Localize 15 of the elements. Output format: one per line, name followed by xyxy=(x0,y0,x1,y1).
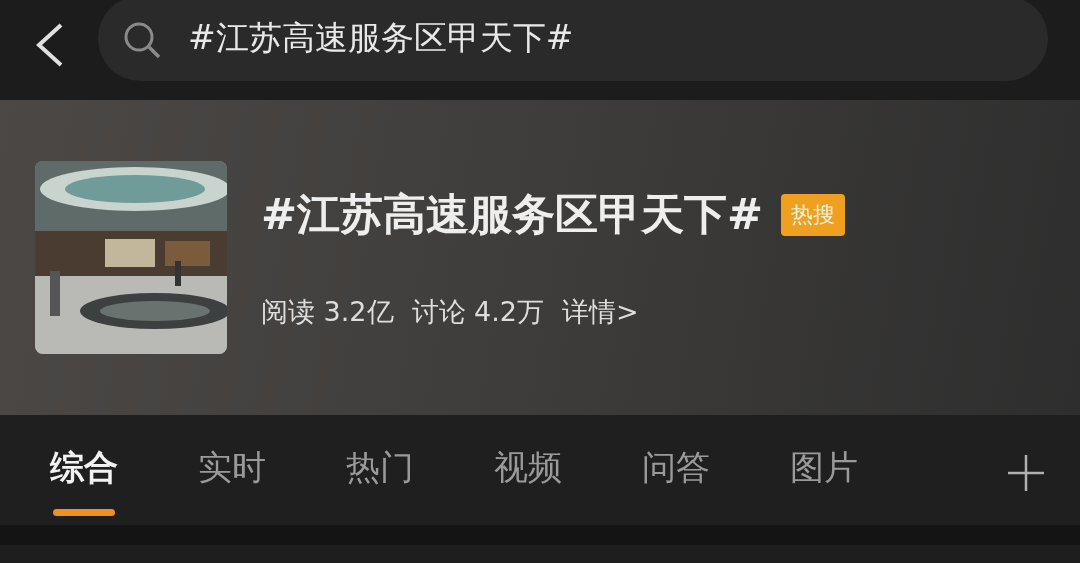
tab[interactable]: 图片 xyxy=(790,437,858,519)
tab[interactable]: 视频 xyxy=(494,437,562,519)
tab-indicator xyxy=(53,509,115,516)
discussion-count: 讨论 4.2万 xyxy=(411,294,545,329)
details-link[interactable]: 详情> xyxy=(562,293,639,330)
tab[interactable]: 综合 xyxy=(50,437,118,519)
tab[interactable]: 热门 xyxy=(346,437,414,519)
back-icon[interactable] xyxy=(34,22,64,68)
search-field[interactable]: #江苏高速服务区甲天下# xyxy=(98,0,1048,81)
tab[interactable]: 实时 xyxy=(198,437,266,519)
topic-title: #江苏高速服务区甲天下# xyxy=(261,187,764,241)
tab[interactable]: 问答 xyxy=(642,437,710,519)
read-count: 阅读 3.2亿 xyxy=(261,294,394,329)
plus-icon[interactable] xyxy=(1008,455,1044,491)
hot-search-badge: 热搜 xyxy=(781,193,846,236)
